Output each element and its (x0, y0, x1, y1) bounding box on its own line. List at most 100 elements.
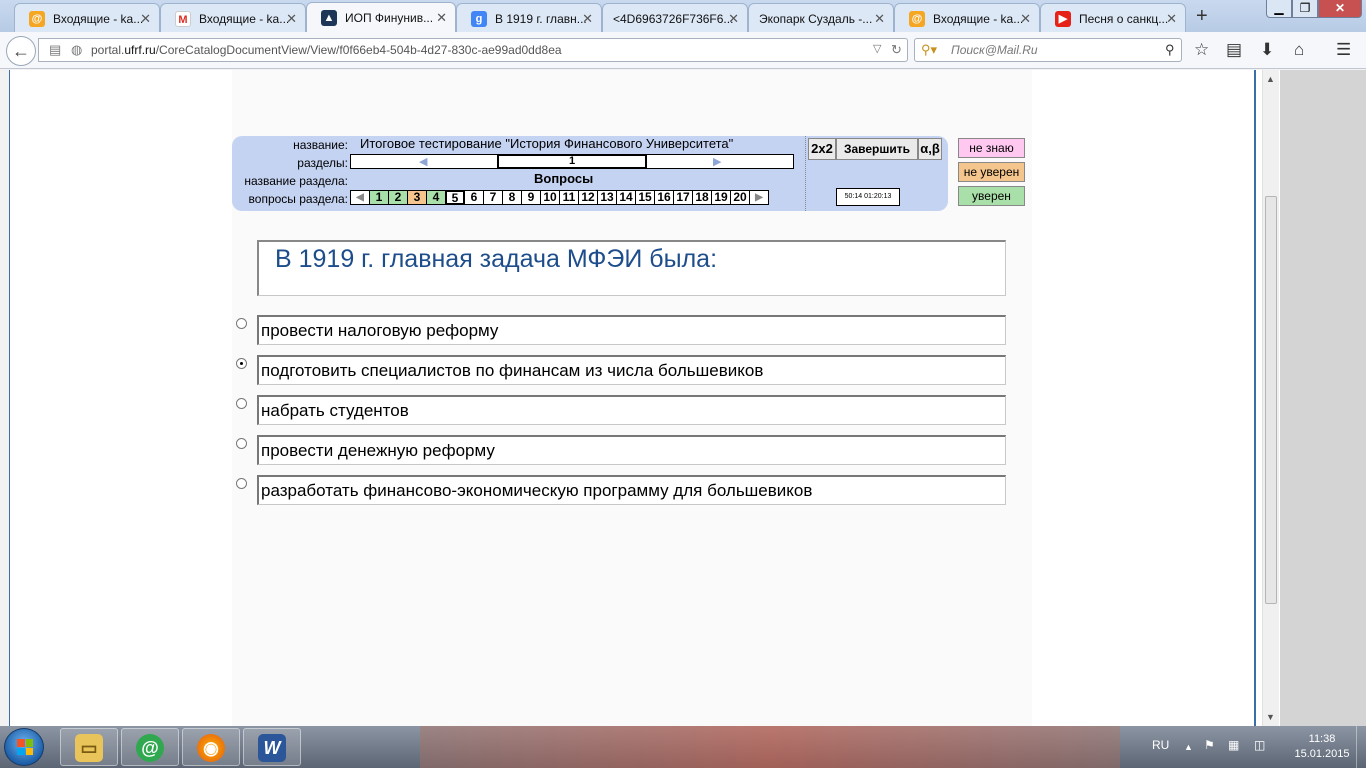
finish-button[interactable]: Завершить (836, 138, 918, 160)
question-number[interactable]: 14 (616, 190, 636, 205)
question-number[interactable]: 16 (654, 190, 674, 205)
show-history-icon[interactable]: ▤ (49, 42, 61, 58)
close-icon[interactable]: ✕ (1020, 11, 1031, 27)
close-icon[interactable]: ✕ (1166, 11, 1177, 27)
answer-text: разработать финансово-экономическую прог… (261, 481, 813, 500)
tab-label: Входящие - ka... (199, 12, 290, 26)
layout-2x2-button[interactable]: 2x2 (808, 138, 836, 160)
downloads-icon[interactable]: ⬇ (1260, 40, 1274, 60)
back-icon[interactable]: ← (6, 36, 36, 66)
question-number[interactable]: 3 (407, 190, 427, 205)
graduation-cap-icon: ▲ (321, 10, 337, 26)
question-number[interactable]: 5 (445, 190, 465, 205)
taskbar-mail-agent[interactable]: @ (121, 728, 179, 766)
tab-document[interactable]: <4D6963726F736F6... ✕ (602, 3, 748, 32)
question-number[interactable]: 11 (559, 190, 579, 205)
tab-google-search[interactable]: g В 1919 г. главн... ✕ (456, 3, 602, 32)
tab-youtube[interactable]: ▶ Песня о санкц... ✕ (1040, 3, 1186, 32)
next-question-icon[interactable]: ▶ (749, 190, 769, 205)
answer-option[interactable]: набрать студентов (257, 395, 1006, 425)
prev-question-icon[interactable]: ◀ (350, 190, 370, 205)
volume-icon[interactable]: ◫ (1254, 738, 1265, 752)
answer-option[interactable]: подготовить специалистов по финансам из … (257, 355, 1006, 385)
question-number[interactable]: 4 (426, 190, 446, 205)
answer-radio[interactable] (236, 358, 247, 369)
taskbar-word[interactable]: W (243, 728, 301, 766)
answer-radio[interactable] (236, 398, 247, 409)
answer-radio[interactable] (236, 438, 247, 449)
tab-mail-inbox-1[interactable]: @ Входящие - ka... ✕ (14, 3, 160, 32)
address-bar[interactable]: ▤ ◍ portal.ufrf.ru/CoreCatalogDocumentVi… (38, 38, 908, 62)
minimize-icon[interactable]: ▁ (1266, 0, 1292, 18)
question-number[interactable]: 7 (483, 190, 503, 205)
tray-expand-icon[interactable]: ▲ (1184, 742, 1193, 752)
test-title: Итоговое тестирование "История Финансово… (360, 136, 734, 151)
close-icon[interactable]: ✕ (286, 11, 297, 27)
system-clock[interactable]: 11:38 15.01.2015 (1290, 732, 1354, 762)
menu-icon[interactable]: ☰ (1336, 40, 1351, 60)
tab-gmail-inbox[interactable]: M Входящие - ka... ✕ (160, 3, 306, 32)
taskbar-firefox[interactable]: ◉ (182, 728, 240, 766)
question-number[interactable]: 18 (692, 190, 712, 205)
not-sure-button[interactable]: не уверен (958, 162, 1025, 182)
close-icon[interactable]: ✕ (874, 11, 885, 27)
question-number[interactable]: 20 (730, 190, 750, 205)
prev-section-icon[interactable]: ◀ (419, 155, 427, 168)
answer-option[interactable]: провести денежную реформу (257, 435, 1006, 465)
bookmarks-list-icon[interactable]: ▤ (1226, 40, 1242, 60)
question-number[interactable]: 13 (597, 190, 617, 205)
close-icon[interactable]: ✕ (140, 11, 151, 27)
question-number[interactable]: 12 (578, 190, 598, 205)
action-center-icon[interactable]: ⚑ (1204, 738, 1215, 752)
close-icon[interactable]: ✕ (436, 10, 447, 26)
question-number[interactable]: 15 (635, 190, 655, 205)
scroll-thumb[interactable] (1265, 196, 1277, 604)
search-icon[interactable]: ⚲ (1165, 42, 1175, 58)
question-number[interactable]: 17 (673, 190, 693, 205)
scroll-down-icon[interactable]: ▼ (1266, 712, 1275, 722)
close-icon[interactable]: ✕ (582, 11, 593, 27)
answer-option[interactable]: разработать финансово-экономическую прог… (257, 475, 1006, 505)
question-number[interactable]: 10 (540, 190, 560, 205)
next-section-icon[interactable]: ▶ (713, 155, 721, 168)
question-number[interactable]: 6 (464, 190, 484, 205)
search-engine-icon[interactable]: ⚲▾ (921, 42, 937, 58)
taskbar-file-explorer[interactable]: ▭ (60, 728, 118, 766)
question-number[interactable]: 9 (521, 190, 541, 205)
question-box: В 1919 г. главная задача МФЭИ была: (257, 240, 1006, 296)
answer-radio[interactable] (236, 478, 247, 489)
sure-button[interactable]: уверен (958, 186, 1025, 206)
tab-label: Экопарк Суздаль -... (759, 12, 873, 26)
scroll-up-icon[interactable]: ▲ (1266, 74, 1275, 84)
question-number[interactable]: 19 (711, 190, 731, 205)
answer-radio[interactable] (236, 318, 247, 329)
current-section[interactable]: 1 (497, 154, 647, 169)
language-indicator[interactable]: RU (1152, 738, 1169, 752)
close-window-icon[interactable]: ✕ (1318, 0, 1362, 18)
search-bar[interactable]: ⚲▾ Поиск@Mail.Ru ⚲ (914, 38, 1182, 62)
new-tab-icon[interactable]: + (1196, 5, 1208, 28)
show-desktop-button[interactable] (1356, 726, 1366, 768)
word-icon: W (258, 734, 286, 762)
tab-label: Песня о санкц... (1079, 12, 1169, 26)
start-button[interactable] (4, 728, 44, 766)
reload-icon[interactable]: ↻ (891, 42, 902, 58)
maximize-icon[interactable]: ❐ (1292, 0, 1318, 18)
answer-option[interactable]: провести налоговую реформу (257, 315, 1006, 345)
vertical-scrollbar[interactable]: ▲ ▼ (1262, 70, 1279, 726)
tab-label: ИОП Финунив... (345, 11, 434, 25)
bookmark-star-icon[interactable]: ☆ (1194, 40, 1209, 60)
tab-ecopark[interactable]: Экопарк Суздаль -... ✕ (748, 3, 894, 32)
tab-iop-finuniv[interactable]: ▲ ИОП Финунив... ✕ (306, 2, 456, 33)
home-icon[interactable]: ⌂ (1294, 40, 1304, 60)
tab-mail-inbox-2[interactable]: @ Входящие - ka... ✕ (894, 3, 1040, 32)
globe-icon: ◍ (71, 42, 83, 57)
question-number[interactable]: 2 (388, 190, 408, 205)
alpha-beta-button[interactable]: α,β (918, 138, 942, 160)
network-icon[interactable]: ▦ (1228, 738, 1239, 752)
dropdown-arrow-icon[interactable]: ▽ (873, 42, 881, 55)
question-number[interactable]: 1 (369, 190, 389, 205)
close-icon[interactable]: ✕ (728, 11, 739, 27)
question-number[interactable]: 8 (502, 190, 522, 205)
dont-know-button[interactable]: не знаю (958, 138, 1025, 158)
